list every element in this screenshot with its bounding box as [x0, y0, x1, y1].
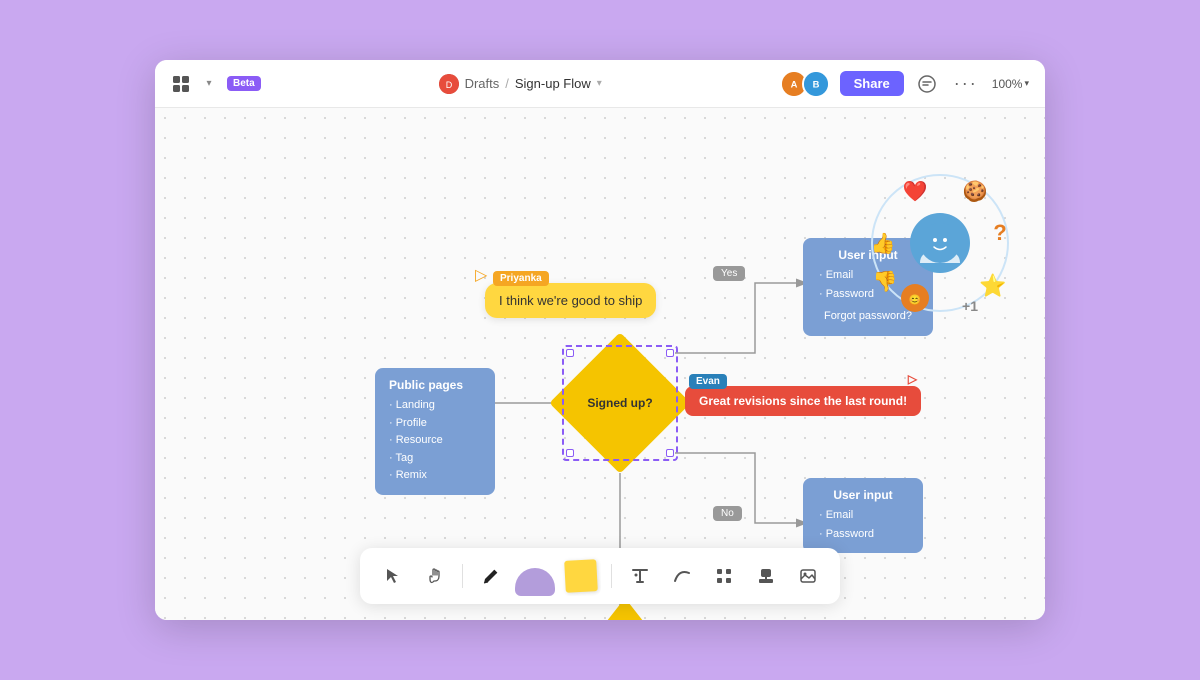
svg-text:😊: 😊 — [909, 294, 921, 306]
breadcrumb-doc[interactable]: Sign-up Flow — [515, 76, 591, 91]
user-input-bottom-box[interactable]: User input · Email · Password — [803, 478, 923, 553]
app-logo[interactable] — [171, 74, 191, 94]
evan-revision-text: Great revisions since the last round! — [699, 394, 907, 408]
canvas[interactable]: Public pages · Landing · Profile · Resou… — [155, 108, 1045, 620]
titlebar-center: D Drafts / Sign-up Flow ▾ — [261, 74, 780, 94]
chat-button[interactable] — [914, 71, 940, 97]
svg-text:+1: +1 — [962, 298, 978, 314]
user-input-bottom-items: · Email · Password — [819, 506, 907, 543]
share-button[interactable]: Share — [840, 71, 904, 96]
text-tool[interactable] — [622, 558, 658, 594]
handle-br[interactable] — [666, 449, 674, 457]
breadcrumb-path[interactable]: Drafts — [465, 76, 500, 91]
main-window: ▾ Beta D Drafts / Sign-up Flow ▾ A B Sha… — [155, 60, 1045, 620]
yes-label: Yes — [713, 266, 745, 281]
breadcrumb-separator: / — [505, 76, 509, 91]
svg-text:D: D — [445, 80, 452, 90]
breadcrumb-avatar: D — [439, 74, 459, 94]
dropdown-arrow-logo[interactable]: ▾ — [199, 74, 219, 94]
priyanka-cursor: ▷ — [475, 265, 487, 285]
svg-text:❤️[interactable]: ❤️ — [903, 180, 928, 203]
svg-text:👎[interactable]: 👎 — [873, 270, 898, 293]
titlebar: ▾ Beta D Drafts / Sign-up Flow ▾ A B Sha… — [155, 60, 1045, 108]
public-pages-list: · Landing · Profile · Resource · Tag · R… — [389, 397, 481, 485]
public-pages-box[interactable]: Public pages · Landing · Profile · Resou… — [375, 368, 495, 495]
evan-cursor: ▷ — [908, 372, 917, 386]
signed-up-diamond[interactable]: Signed up? — [570, 353, 670, 453]
titlebar-right: A B Share ··· 100% ▾ — [780, 69, 1029, 98]
user-input-bottom-title: User input — [819, 488, 907, 502]
toolbar — [360, 548, 840, 604]
priyanka-comment-text: I think we're good to ship — [499, 293, 642, 308]
handle-bl[interactable] — [566, 449, 574, 457]
evan-label: Evan — [689, 374, 727, 389]
no-label: No — [713, 506, 742, 521]
curve-tool[interactable] — [664, 558, 700, 594]
shape-tool-semicircle[interactable] — [515, 556, 555, 596]
select-tool[interactable] — [374, 558, 410, 594]
public-pages-title: Public pages — [389, 378, 481, 392]
svg-text:👍[interactable]: 👍 — [871, 231, 896, 255]
svg-text:B: B — [812, 78, 819, 89]
priyanka-comment[interactable]: ▷ Priyanka I think we're good to ship — [485, 283, 656, 318]
pencil-tool[interactable] — [473, 558, 509, 594]
divider-1 — [462, 564, 463, 588]
svg-text:⭐[interactable]: ⭐ — [979, 273, 1006, 298]
connector-tool[interactable] — [706, 558, 742, 594]
zoom-indicator[interactable]: 100% ▾ — [992, 77, 1029, 91]
evan-revision[interactable]: Evan ▷ Great revisions since the last ro… — [685, 386, 921, 416]
breadcrumb-caret[interactable]: ▾ — [597, 78, 602, 89]
handle-tl[interactable] — [566, 349, 574, 357]
titlebar-left: ▾ Beta — [171, 74, 261, 94]
svg-text:🍪[interactable]: 🍪 — [963, 179, 988, 203]
shape-tool-sticky[interactable] — [561, 556, 601, 596]
svg-text:A: A — [790, 78, 797, 89]
divider-2 — [611, 564, 612, 588]
stamp-tool[interactable] — [748, 558, 784, 594]
image-tool[interactable] — [790, 558, 826, 594]
svg-text:?: ? — [993, 220, 1006, 245]
diamond-label: Signed up? — [587, 396, 652, 410]
collaborator-avatar-2: B — [802, 70, 830, 98]
priyanka-label: Priyanka — [493, 271, 549, 286]
beta-badge: Beta — [227, 76, 261, 91]
hand-tool[interactable] — [416, 558, 452, 594]
handle-tr[interactable] — [666, 349, 674, 357]
reaction-wheel: ❤️ 🍪 👍 ? 👎 ⭐ 😊 +1 — [865, 168, 1015, 318]
collaborator-avatars: A B — [780, 70, 830, 98]
more-options-button[interactable]: ··· — [950, 69, 982, 98]
